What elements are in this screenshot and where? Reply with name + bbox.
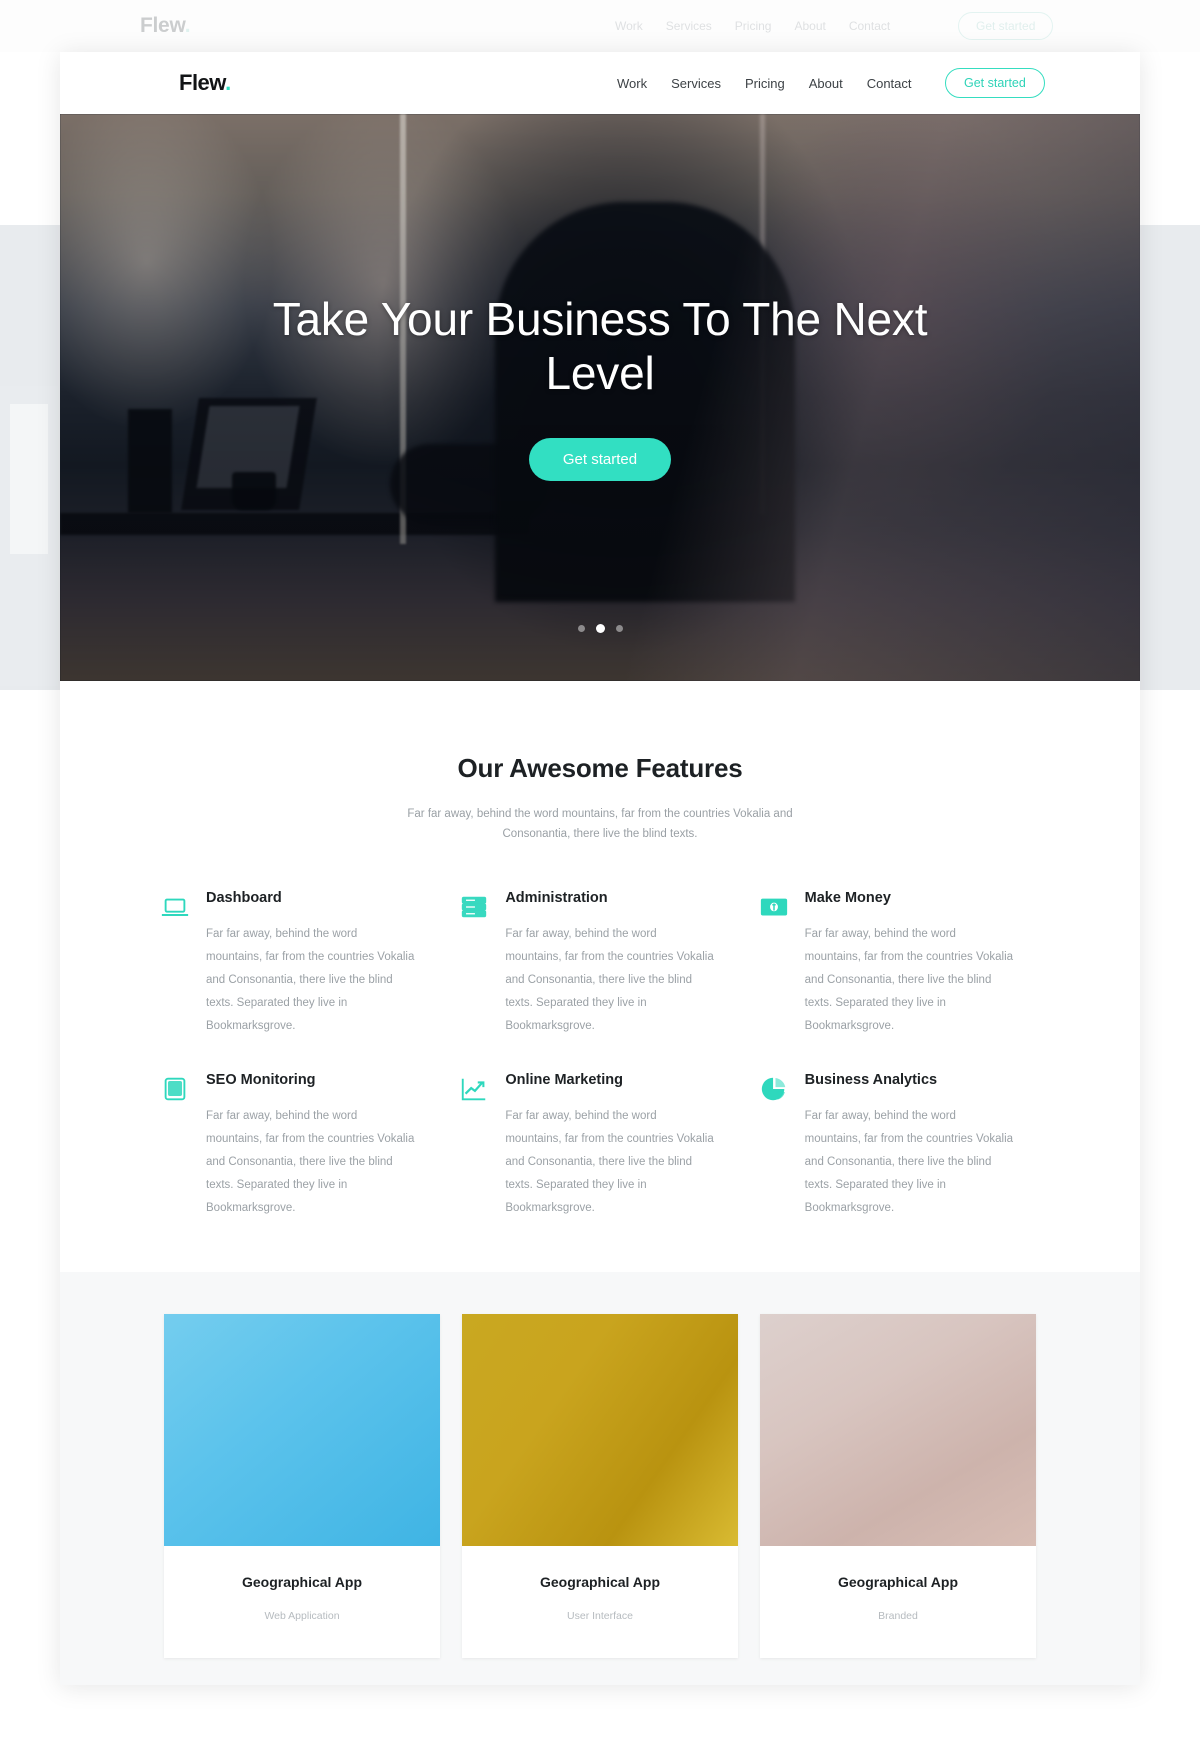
nav-item-pricing[interactable]: Pricing [745,76,785,91]
feature-item-administration: Administration Far far away, behind the … [459,890,740,1038]
features-title: Our Awesome Features [457,753,743,783]
background-logo-text: Flew [140,14,185,37]
feature-text: Far far away, behind the word mountains,… [206,928,415,1033]
feature-body: Make Money Far far away, behind the word… [805,890,1040,1038]
background-logo: Flew. [140,14,191,38]
background-left-panel [0,386,58,686]
site-logo-dot: . [225,70,231,95]
site-logo[interactable]: Flew. [179,70,231,96]
feature-title: Make Money [804,890,891,907]
nav-item-work[interactable]: Work [617,76,647,91]
feature-body: Online Marketing Far far away, behind th… [505,1072,740,1220]
nav-item-contact[interactable]: Contact [867,76,912,91]
background-nav-item-contact: Contact [848,19,891,33]
features-subtitle: Far far away, behind the word mountains,… [407,808,793,841]
portfolio-card[interactable]: Geographical App Web Application [164,1314,440,1659]
feature-title: SEO Monitoring [206,1072,316,1089]
feature-title: Dashboard [206,890,282,907]
site-logo-text: Flew [179,70,226,95]
feature-item-dashboard: Dashboard Far far away, behind the word … [160,890,441,1038]
portfolio-card-title: Geographical App [837,1574,959,1591]
feature-item-make-money: Make Money Far far away, behind the word… [759,890,1040,1038]
site-navbar: Flew. Work Services Pricing About Contac… [60,52,1140,114]
portfolio-grid: Geographical App Web Application Geograp… [164,1314,1036,1659]
hero-slider-dot-3[interactable] [615,625,623,632]
background-nav-item-services: Services [665,19,712,33]
portfolio-thumbnail [164,1314,440,1547]
portfolio-card-meta: Geographical App Web Application [164,1546,440,1658]
background-navbar: Flew. Work Services Pricing About Contac… [0,0,1200,52]
background-nav-item-about: About [794,19,826,33]
feature-text: Far far away, behind the word mountains,… [206,1110,415,1215]
hero-title: Take Your Business To The Next Level [272,293,928,400]
feature-text: Far far away, behind the word mountains,… [804,1110,1014,1215]
background-nav-item-pricing: Pricing [734,19,772,33]
tablet-icon [160,1074,190,1104]
hero-slider-dots [60,624,1140,633]
hero-slider-dot-2[interactable] [595,624,605,633]
portfolio-thumbnail [760,1314,1036,1547]
pie-chart-icon [759,1074,789,1104]
feature-title: Business Analytics [804,1072,938,1089]
feature-text: Far far away, behind the word mountains,… [505,928,714,1033]
portfolio-section: Geographical App Web Application Geograp… [60,1272,1140,1685]
portfolio-card[interactable]: Geographical App User Interface [462,1314,738,1659]
feature-title: Online Marketing [505,1072,623,1089]
feature-item-business-analytics: Business Analytics Far far away, behind … [759,1072,1040,1220]
portfolio-card-category: User Interface [567,1610,633,1623]
features-grid: Dashboard Far far away, behind the word … [160,890,1040,1220]
portfolio-card-title: Geographical App [539,1574,661,1591]
feature-body: Dashboard Far far away, behind the word … [206,890,441,1038]
hero-slider-dot-1[interactable] [577,625,585,632]
feature-item-online-marketing: Online Marketing Far far away, behind th… [459,1072,740,1220]
portfolio-card-category: Branded [878,1610,918,1623]
feature-text: Far far away, behind the word mountains,… [804,928,1014,1033]
background-get-started-button: Get started [958,12,1054,40]
background-nav-links: Work Services Pricing About Contact [615,19,890,33]
hero-content: Take Your Business To The Next Level Get… [60,292,1140,481]
hero-get-started-button[interactable]: Get started [528,437,672,481]
feature-body: Business Analytics Far far away, behind … [805,1072,1040,1220]
nav-item-about[interactable]: About [809,76,843,91]
hero-slider: Take Your Business To The Next Level Get… [60,114,1140,681]
line-chart-icon [459,1074,489,1104]
feature-body: Administration Far far away, behind the … [505,890,740,1038]
nav-item-services[interactable]: Services [671,76,721,91]
background-nav-item-work: Work [615,19,643,33]
feature-title: Administration [505,890,608,907]
portfolio-card-title: Geographical App [241,1574,363,1591]
features-section: Our Awesome Features Far far away, behin… [60,681,1140,1273]
feature-text: Far far away, behind the word mountains,… [505,1110,714,1215]
primary-navigation: Work Services Pricing About Contact [617,76,912,91]
navbar-get-started-button[interactable]: Get started [945,68,1045,98]
background-logo-dot: . [184,14,191,37]
portfolio-card[interactable]: Geographical App Branded [760,1314,1036,1659]
feature-item-seo-monitoring: SEO Monitoring Far far away, behind the … [160,1072,441,1220]
website-preview-card: Flew. Work Services Pricing About Contac… [60,52,1140,1685]
portfolio-card-meta: Geographical App Branded [760,1546,1036,1658]
portfolio-card-meta: Geographical App User Interface [462,1546,738,1658]
feature-body: SEO Monitoring Far far away, behind the … [206,1072,441,1220]
portfolio-thumbnail [462,1314,738,1547]
laptop-icon [160,892,190,922]
server-icon [459,892,489,922]
banknote-icon [759,892,789,922]
portfolio-card-category: Web Application [264,1610,340,1623]
